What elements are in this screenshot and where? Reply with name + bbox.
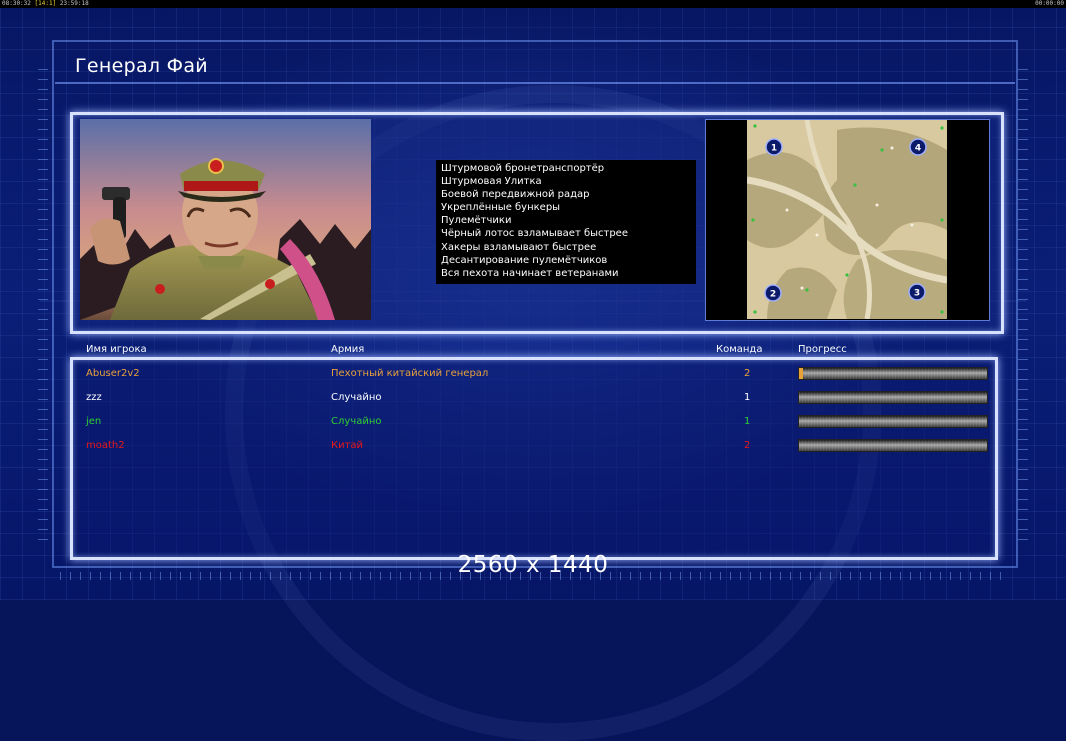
- player-name: jen: [86, 416, 102, 427]
- player-name: zzz: [86, 392, 102, 403]
- player-team: 1: [744, 416, 751, 427]
- bonus-item: Хакеры взламывают быстрее: [441, 241, 597, 253]
- topbar-clock: 23:59:18: [59, 0, 89, 7]
- player-progress-bar: [798, 439, 988, 452]
- topbar-fps: [14:1]: [34, 0, 57, 7]
- bonus-item: Чёрный лотос взламывает быстрее: [441, 228, 628, 240]
- bonus-item: Укреплённые бункеры: [441, 202, 561, 214]
- frame-ticks-left: [38, 60, 48, 540]
- header-progress: Прогресс: [798, 344, 847, 355]
- page-title: Генерал Фай: [75, 55, 208, 77]
- bonus-item: Десантирование пулемётчиков: [441, 254, 608, 266]
- bonus-item: Вся пехота начинает ветеранами: [441, 267, 619, 279]
- player-progress-bar: [798, 391, 988, 404]
- start-position-1: 1: [771, 144, 777, 154]
- player-name: moath2: [86, 440, 125, 451]
- topbar-time: 08:30:32: [2, 0, 31, 7]
- table-row: zzz Случайно 1: [0, 391, 1066, 415]
- player-name: Abuser2v2: [86, 368, 140, 379]
- general-portrait-image: [80, 119, 371, 320]
- player-army: Случайно: [331, 416, 382, 427]
- bonus-item: Штурмовая Улитка: [441, 176, 542, 188]
- header-team: Команда: [716, 344, 763, 355]
- player-team: 1: [744, 392, 751, 403]
- topbar-right-time: 00:00:00: [1035, 0, 1064, 7]
- start-position-3: 3: [914, 289, 920, 299]
- resolution-label: 2560 x 1440: [457, 552, 609, 578]
- start-position-2: 2: [770, 290, 776, 300]
- title-divider: [55, 82, 1015, 84]
- bonus-item: Боевой передвижной радар: [441, 189, 590, 201]
- player-army: Китай: [331, 440, 364, 451]
- bonus-item: Штурмовой бронетранспортёр: [441, 163, 605, 174]
- player-progress-bar: [798, 415, 988, 428]
- table-row: moath2 Китай 2: [0, 439, 1066, 463]
- bonus-item: Пулемётчики: [441, 215, 512, 227]
- header-army: Армия: [331, 344, 365, 355]
- player-army: Пехотный китайский генерал: [331, 368, 489, 379]
- player-team: 2: [744, 440, 751, 451]
- debug-topbar: 08:30:32 [14:1] 23:59:18 00:00:00: [0, 0, 1066, 8]
- player-progress-fill: [799, 368, 803, 379]
- general-bonus-list: Штурмовой бронетранспортёр Штурмовая Ули…: [436, 160, 696, 284]
- table-row: jen Случайно 1: [0, 415, 1066, 439]
- player-progress-bar: [798, 367, 988, 380]
- start-position-4: 4: [915, 144, 921, 154]
- map-preview: 1 2 3 4: [747, 120, 947, 319]
- table-row: Abuser2v2 Пехотный китайский генерал 2: [0, 367, 1066, 391]
- general-portrait: [80, 119, 371, 320]
- frame-ticks-right: [1018, 60, 1028, 540]
- header-player: Имя игрока: [86, 344, 147, 355]
- player-team: 2: [744, 368, 751, 379]
- player-army: Случайно: [331, 392, 382, 403]
- map-preview-image: 1 2 3 4: [747, 120, 947, 319]
